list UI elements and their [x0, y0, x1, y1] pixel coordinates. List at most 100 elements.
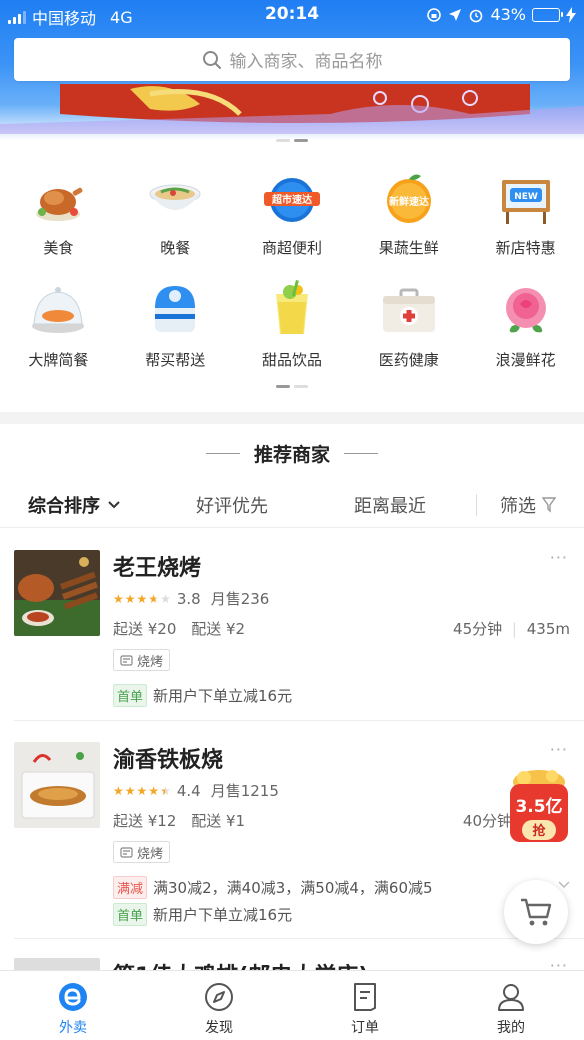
- header-line-right: [344, 453, 378, 454]
- sort-bar: 综合排序 好评优先 距离最近 筛选: [0, 482, 584, 528]
- star-rating-icon: ★ ★ ★ ★ ★: [113, 591, 171, 606]
- card-divider: [14, 938, 584, 939]
- time-distance: 45分钟 | 435m: [453, 620, 570, 638]
- location-arrow-icon: [449, 8, 462, 21]
- first-order-badge: 首单: [113, 903, 148, 926]
- tab-label: 我的: [497, 1020, 525, 1036]
- status-bar: 中国移动 4G 20:14 43%: [0, 0, 584, 30]
- festival-banner-art[interactable]: [0, 84, 584, 134]
- rating-score: 3.8: [176, 589, 201, 608]
- red-packet-promo[interactable]: 3.5亿 抢: [506, 766, 572, 846]
- section-title: 推荐商家: [253, 444, 330, 466]
- sort-distance[interactable]: 距离最近: [354, 492, 426, 518]
- header-line-left: [205, 453, 240, 454]
- alarm-icon: [470, 9, 483, 22]
- delivery-time: 45分钟: [453, 620, 503, 638]
- shop-name[interactable]: 渝香铁板烧: [113, 742, 223, 774]
- chevron-down-icon: [108, 501, 120, 509]
- delivery-fee: 配送 ¥1: [191, 812, 246, 830]
- min-order: 起送 ¥20: [113, 620, 177, 638]
- category-label: 大牌简餐: [28, 351, 89, 369]
- sort-composite-label: 综合排序: [28, 496, 100, 517]
- filter-label: 筛选: [500, 496, 536, 517]
- cart-button[interactable]: [504, 880, 568, 944]
- funnel-icon: [542, 497, 556, 513]
- charging-bolt-icon: [566, 6, 576, 23]
- filter-divider: [476, 494, 477, 516]
- delivery-info: 起送 ¥12 配送 ¥1: [113, 810, 255, 831]
- svg-text:NEW: NEW: [514, 192, 538, 202]
- tab-label: 发现: [205, 1020, 233, 1036]
- delivery-time: 40分钟: [462, 812, 512, 830]
- category-brand-meal[interactable]: 大牌简餐: [0, 274, 117, 386]
- battery-icon: [532, 7, 563, 22]
- noodle-bowl-icon: [149, 184, 201, 210]
- time-distance: 40分钟: [463, 810, 512, 831]
- svg-text:抢: 抢: [532, 823, 546, 839]
- shop-rating: ★ ★ ★ ★ ★ 4.4 月售1215: [113, 780, 279, 801]
- category-pager: [0, 385, 584, 388]
- header-banner: 中国移动 4G 20:14 43% 输入商家、商品名称: [0, 0, 584, 140]
- svg-text:3.5亿: 3.5亿: [515, 796, 562, 817]
- compass-icon: [205, 983, 233, 1011]
- category-tag: 烧烤: [113, 649, 171, 671]
- category-flower[interactable]: 浪漫鲜花: [467, 274, 584, 386]
- rating-score: 4.4: [176, 781, 201, 800]
- more-options-icon[interactable]: ···: [550, 548, 568, 567]
- more-options-icon[interactable]: ···: [550, 740, 568, 759]
- category-dessert[interactable]: 甜品饮品: [234, 274, 351, 386]
- tab-label: 订单: [351, 1020, 379, 1036]
- new-user-promo: 首单 新用户下单立减16元: [113, 684, 292, 707]
- tab-takeout[interactable]: 外卖: [0, 971, 146, 1040]
- search-bar[interactable]: 输入商家、商品名称: [14, 38, 570, 81]
- category-new-store[interactable]: NEW 新店特惠: [467, 162, 584, 274]
- store-tag-icon: [120, 654, 133, 666]
- filter-button[interactable]: 筛选: [500, 492, 556, 518]
- svg-text:新鲜速达: 新鲜速达: [389, 195, 429, 208]
- promo-text: 新用户下单立减16元: [153, 906, 293, 924]
- category-supermarket[interactable]: 超市速达 商超便利: [234, 162, 351, 274]
- category-tag: 烧烤: [113, 841, 171, 863]
- expand-chevron-icon[interactable]: [558, 881, 570, 889]
- new-user-promo: 首单 新用户下单立减16元: [113, 903, 292, 926]
- shop-distance: 435m: [526, 620, 570, 638]
- first-order-badge: 首单: [113, 684, 148, 707]
- category-errand[interactable]: 帮买帮送: [117, 274, 234, 386]
- search-placeholder: 输入商家、商品名称: [229, 52, 383, 72]
- sort-composite[interactable]: 综合排序: [28, 492, 120, 518]
- delivery-box-icon: [155, 286, 196, 332]
- category-fresh[interactable]: 新鲜速达 果蔬生鲜: [350, 162, 467, 274]
- category-dinner[interactable]: 晚餐: [117, 162, 234, 274]
- screen-lock-icon: [427, 7, 442, 22]
- new-store-sign-icon: NEW: [501, 180, 550, 224]
- shop-thumbnail[interactable]: [14, 742, 100, 828]
- bottom-tab-bar: 外卖 发现 订单 我的: [0, 970, 584, 1040]
- shop-thumbnail[interactable]: [14, 550, 100, 636]
- discount-promo: 满减 满30减2，满40减3，满50减4，满60减5: [113, 876, 433, 899]
- min-order: 起送 ¥12: [113, 812, 177, 830]
- section-divider: [0, 412, 584, 424]
- star-rating-icon: ★ ★ ★ ★ ★: [113, 783, 171, 798]
- delivery-fee: 配送 ¥2: [191, 620, 246, 638]
- category-label: 浪漫鲜花: [495, 351, 556, 369]
- category-food[interactable]: 美食: [0, 162, 117, 274]
- sort-rating[interactable]: 好评优先: [196, 492, 268, 518]
- shop-name[interactable]: 老王烧烤: [113, 550, 201, 582]
- discount-badge: 满减: [113, 876, 148, 899]
- category-label: 新店特惠: [495, 239, 556, 257]
- roast-chicken-icon: [36, 187, 83, 221]
- category-label: 帮买帮送: [145, 351, 206, 369]
- category-label: 甜品饮品: [261, 351, 322, 369]
- tab-orders[interactable]: 订单: [292, 971, 438, 1040]
- search-icon: [202, 50, 221, 69]
- store-tag-icon: [120, 846, 133, 858]
- battery-percent: 43%: [490, 5, 526, 24]
- category-medicine[interactable]: 医药健康: [350, 274, 467, 386]
- svg-text:超市速达: 超市速达: [271, 193, 312, 206]
- discount-text: 满30减2，满40减3，满50减4，满60减5: [153, 879, 433, 897]
- tab-profile[interactable]: 我的: [438, 971, 584, 1040]
- profile-icon: [498, 984, 524, 1011]
- section-header: 推荐商家: [0, 440, 584, 467]
- tab-discover[interactable]: 发现: [146, 971, 292, 1040]
- medicine-kit-icon: [382, 288, 435, 332]
